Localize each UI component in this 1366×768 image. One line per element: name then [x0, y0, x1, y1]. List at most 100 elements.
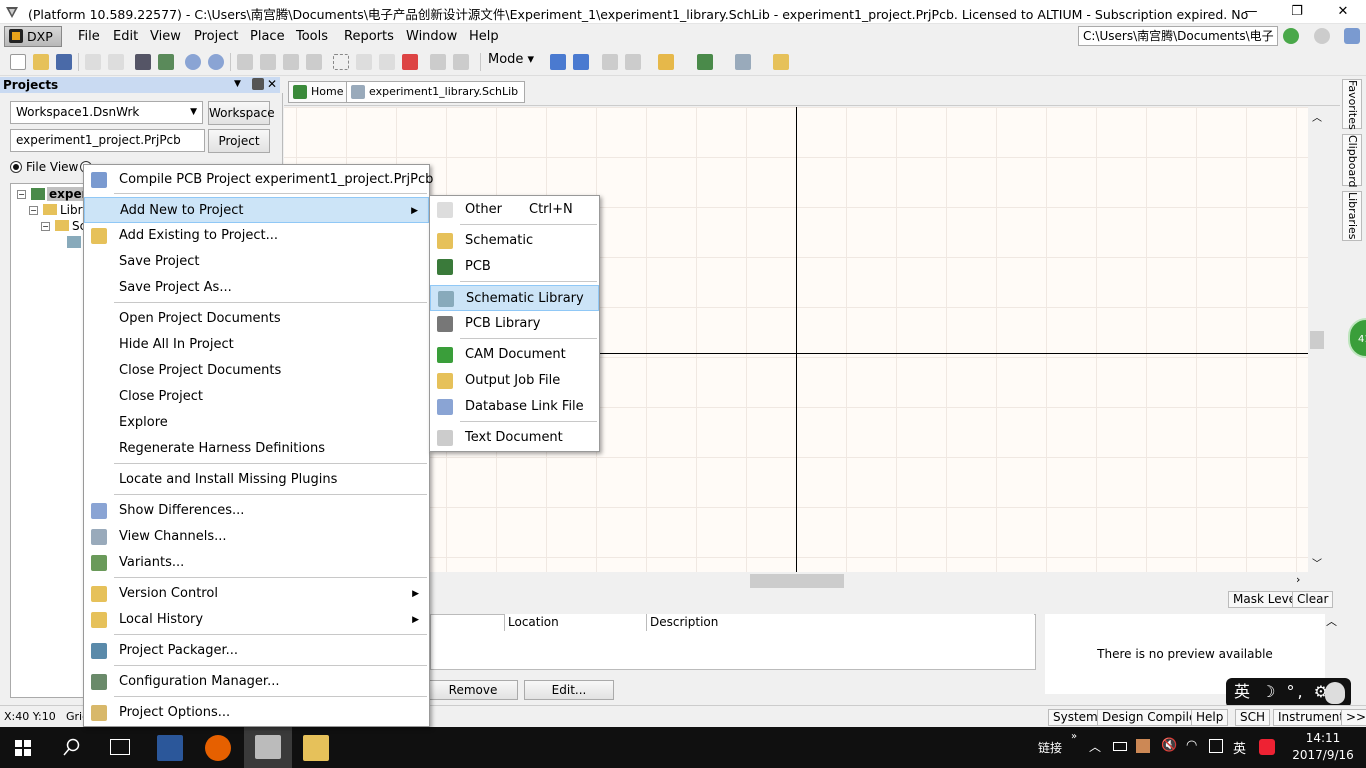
- chart-icon[interactable]: [697, 54, 713, 70]
- battery-icon[interactable]: [1113, 742, 1127, 751]
- status-more-button[interactable]: >>: [1341, 709, 1366, 726]
- file-view-radio[interactable]: [10, 161, 22, 173]
- context-menu-item[interactable]: Local History ▶: [84, 607, 429, 633]
- scroll-right-icon[interactable]: ›: [1296, 573, 1300, 586]
- tree-collapse-icon[interactable]: −: [29, 206, 38, 215]
- volume-muted-icon[interactable]: 🔇: [1161, 738, 1177, 753]
- vertical-scroll-thumb[interactable]: [1310, 331, 1324, 349]
- new-document-icon[interactable]: [10, 54, 26, 70]
- context-menu-item[interactable]: Project Packager...: [84, 638, 429, 664]
- vertical-scrollbar[interactable]: ︿ ﹀: [1308, 107, 1328, 572]
- move-icon[interactable]: [356, 54, 372, 70]
- tab-clipboard[interactable]: Clipboard: [1342, 134, 1362, 188]
- add-icon[interactable]: [550, 54, 566, 70]
- windows-start-icon[interactable]: [15, 740, 31, 756]
- context-menu-item[interactable]: Compile PCB Project experiment1_project.…: [84, 167, 433, 193]
- remove-icon[interactable]: [573, 54, 589, 70]
- workspace-select[interactable]: Workspace1.DsnWrk ▼: [10, 101, 203, 124]
- project-select[interactable]: experiment1_project.PrjPcb: [10, 129, 205, 152]
- menu-tools[interactable]: Tools: [296, 29, 328, 44]
- context-menu-item[interactable]: Version Control ▶: [84, 581, 429, 607]
- rubber-stamp-icon[interactable]: [306, 54, 322, 70]
- context-menu-item[interactable]: Add Existing to Project...: [84, 223, 429, 249]
- save-icon[interactable]: [56, 54, 72, 70]
- task-view-icon[interactable]: [110, 739, 130, 755]
- restore-button[interactable]: ❐: [1274, 0, 1320, 24]
- submenu-item[interactable]: Other Ctrl+N: [430, 197, 599, 223]
- clear-filter-icon[interactable]: [402, 54, 418, 70]
- status-sch-button[interactable]: SCH: [1235, 709, 1271, 726]
- horizontal-scrollbar[interactable]: ›: [284, 572, 1308, 590]
- tab-libraries[interactable]: Libraries: [1342, 191, 1362, 241]
- context-menu-item[interactable]: Explore: [84, 410, 429, 436]
- link-label[interactable]: 链接: [1038, 739, 1062, 756]
- wifi-icon[interactable]: ◠: [1186, 738, 1197, 753]
- print-preview-icon[interactable]: [108, 54, 124, 70]
- menu-help[interactable]: Help: [469, 29, 499, 44]
- tray-expand-icon[interactable]: »: [1071, 731, 1077, 742]
- forward-icon[interactable]: [1314, 28, 1330, 44]
- navigate-icon[interactable]: [1344, 28, 1360, 44]
- back-icon[interactable]: [1283, 28, 1299, 44]
- tab-schlib[interactable]: experiment1_library.SchLib: [346, 81, 526, 103]
- next-icon[interactable]: [625, 54, 641, 70]
- open-icon[interactable]: [33, 54, 49, 70]
- mode-dropdown[interactable]: Mode ▾: [488, 52, 534, 67]
- submenu-item[interactable]: PCB Library: [430, 311, 599, 337]
- collapse-icon[interactable]: ︿: [1326, 613, 1337, 629]
- menu-edit[interactable]: Edit: [113, 29, 138, 44]
- submenu-item[interactable]: Schematic: [430, 228, 599, 254]
- close-button[interactable]: ✕: [1320, 0, 1366, 24]
- document-path-combo[interactable]: C:\Users\南宫腾\Documents\电子: [1078, 26, 1278, 46]
- minimize-button[interactable]: —: [1228, 0, 1274, 24]
- scroll-down-icon[interactable]: ﹀: [1312, 555, 1322, 570]
- file-explorer-icon[interactable]: [303, 735, 329, 761]
- zoom-out-icon[interactable]: [208, 54, 224, 70]
- cut-icon[interactable]: [237, 54, 253, 70]
- horizontal-scroll-thumb[interactable]: [750, 574, 844, 588]
- status-system-button[interactable]: System: [1048, 709, 1103, 726]
- menu-project[interactable]: Project: [194, 29, 238, 44]
- context-menu-item[interactable]: Configuration Manager...: [84, 669, 429, 695]
- open-device-view-icon[interactable]: [135, 54, 151, 70]
- workspace-button[interactable]: Workspace: [208, 101, 275, 125]
- firefox-icon[interactable]: [205, 735, 231, 761]
- tray-app-icon[interactable]: [1136, 739, 1150, 753]
- clear-button[interactable]: Clear: [1292, 591, 1334, 608]
- pcb-icon[interactable]: [158, 54, 174, 70]
- previous-icon[interactable]: [602, 54, 618, 70]
- context-menu-item[interactable]: Locate and Install Missing Plugins: [84, 467, 429, 493]
- print-icon[interactable]: [85, 54, 101, 70]
- tab-home[interactable]: Home: [288, 81, 351, 103]
- folder-icon[interactable]: [773, 54, 789, 70]
- menu-place[interactable]: Place: [250, 29, 285, 44]
- component-icon[interactable]: [658, 54, 674, 70]
- context-menu-item[interactable]: Save Project: [84, 249, 429, 275]
- submenu-item[interactable]: CAM Document: [430, 342, 599, 368]
- pin-icon[interactable]: [252, 78, 264, 90]
- status-help-button[interactable]: Help: [1191, 709, 1229, 726]
- sogou-icon[interactable]: [1259, 739, 1275, 755]
- tab-favorites[interactable]: Favorites: [1342, 79, 1362, 130]
- grid-icon[interactable]: [735, 54, 751, 70]
- submenu-item[interactable]: Text Document: [430, 425, 599, 451]
- deselect-icon[interactable]: [379, 54, 395, 70]
- remove-button[interactable]: Remove: [428, 680, 518, 700]
- context-menu-item[interactable]: Open Project Documents: [84, 306, 429, 332]
- ime-toolbar[interactable]: 英 ☽ °, ⚙: [1226, 678, 1351, 708]
- notification-icon[interactable]: [1209, 739, 1223, 753]
- panel-close-icon[interactable]: ✕: [267, 77, 279, 91]
- zoom-in-icon[interactable]: [185, 54, 201, 70]
- status-design-compiler-button[interactable]: Design Compiler: [1097, 709, 1207, 726]
- menu-view[interactable]: View: [150, 29, 181, 44]
- context-menu-item[interactable]: View Channels...: [84, 524, 429, 550]
- context-menu-item[interactable]: Regenerate Harness Definitions: [84, 436, 429, 462]
- chevron-up-icon[interactable]: ︿: [1089, 738, 1101, 755]
- context-menu-item[interactable]: Variants...: [84, 550, 429, 576]
- scroll-up-icon[interactable]: ︿: [1312, 109, 1322, 124]
- panel-menu-icon[interactable]: ▼: [234, 79, 246, 91]
- redo-icon[interactable]: [453, 54, 469, 70]
- context-menu-item[interactable]: Close Project: [84, 384, 429, 410]
- context-menu-item[interactable]: Add New to Project ▶: [84, 197, 429, 223]
- altium-taskbar-item[interactable]: [244, 727, 292, 768]
